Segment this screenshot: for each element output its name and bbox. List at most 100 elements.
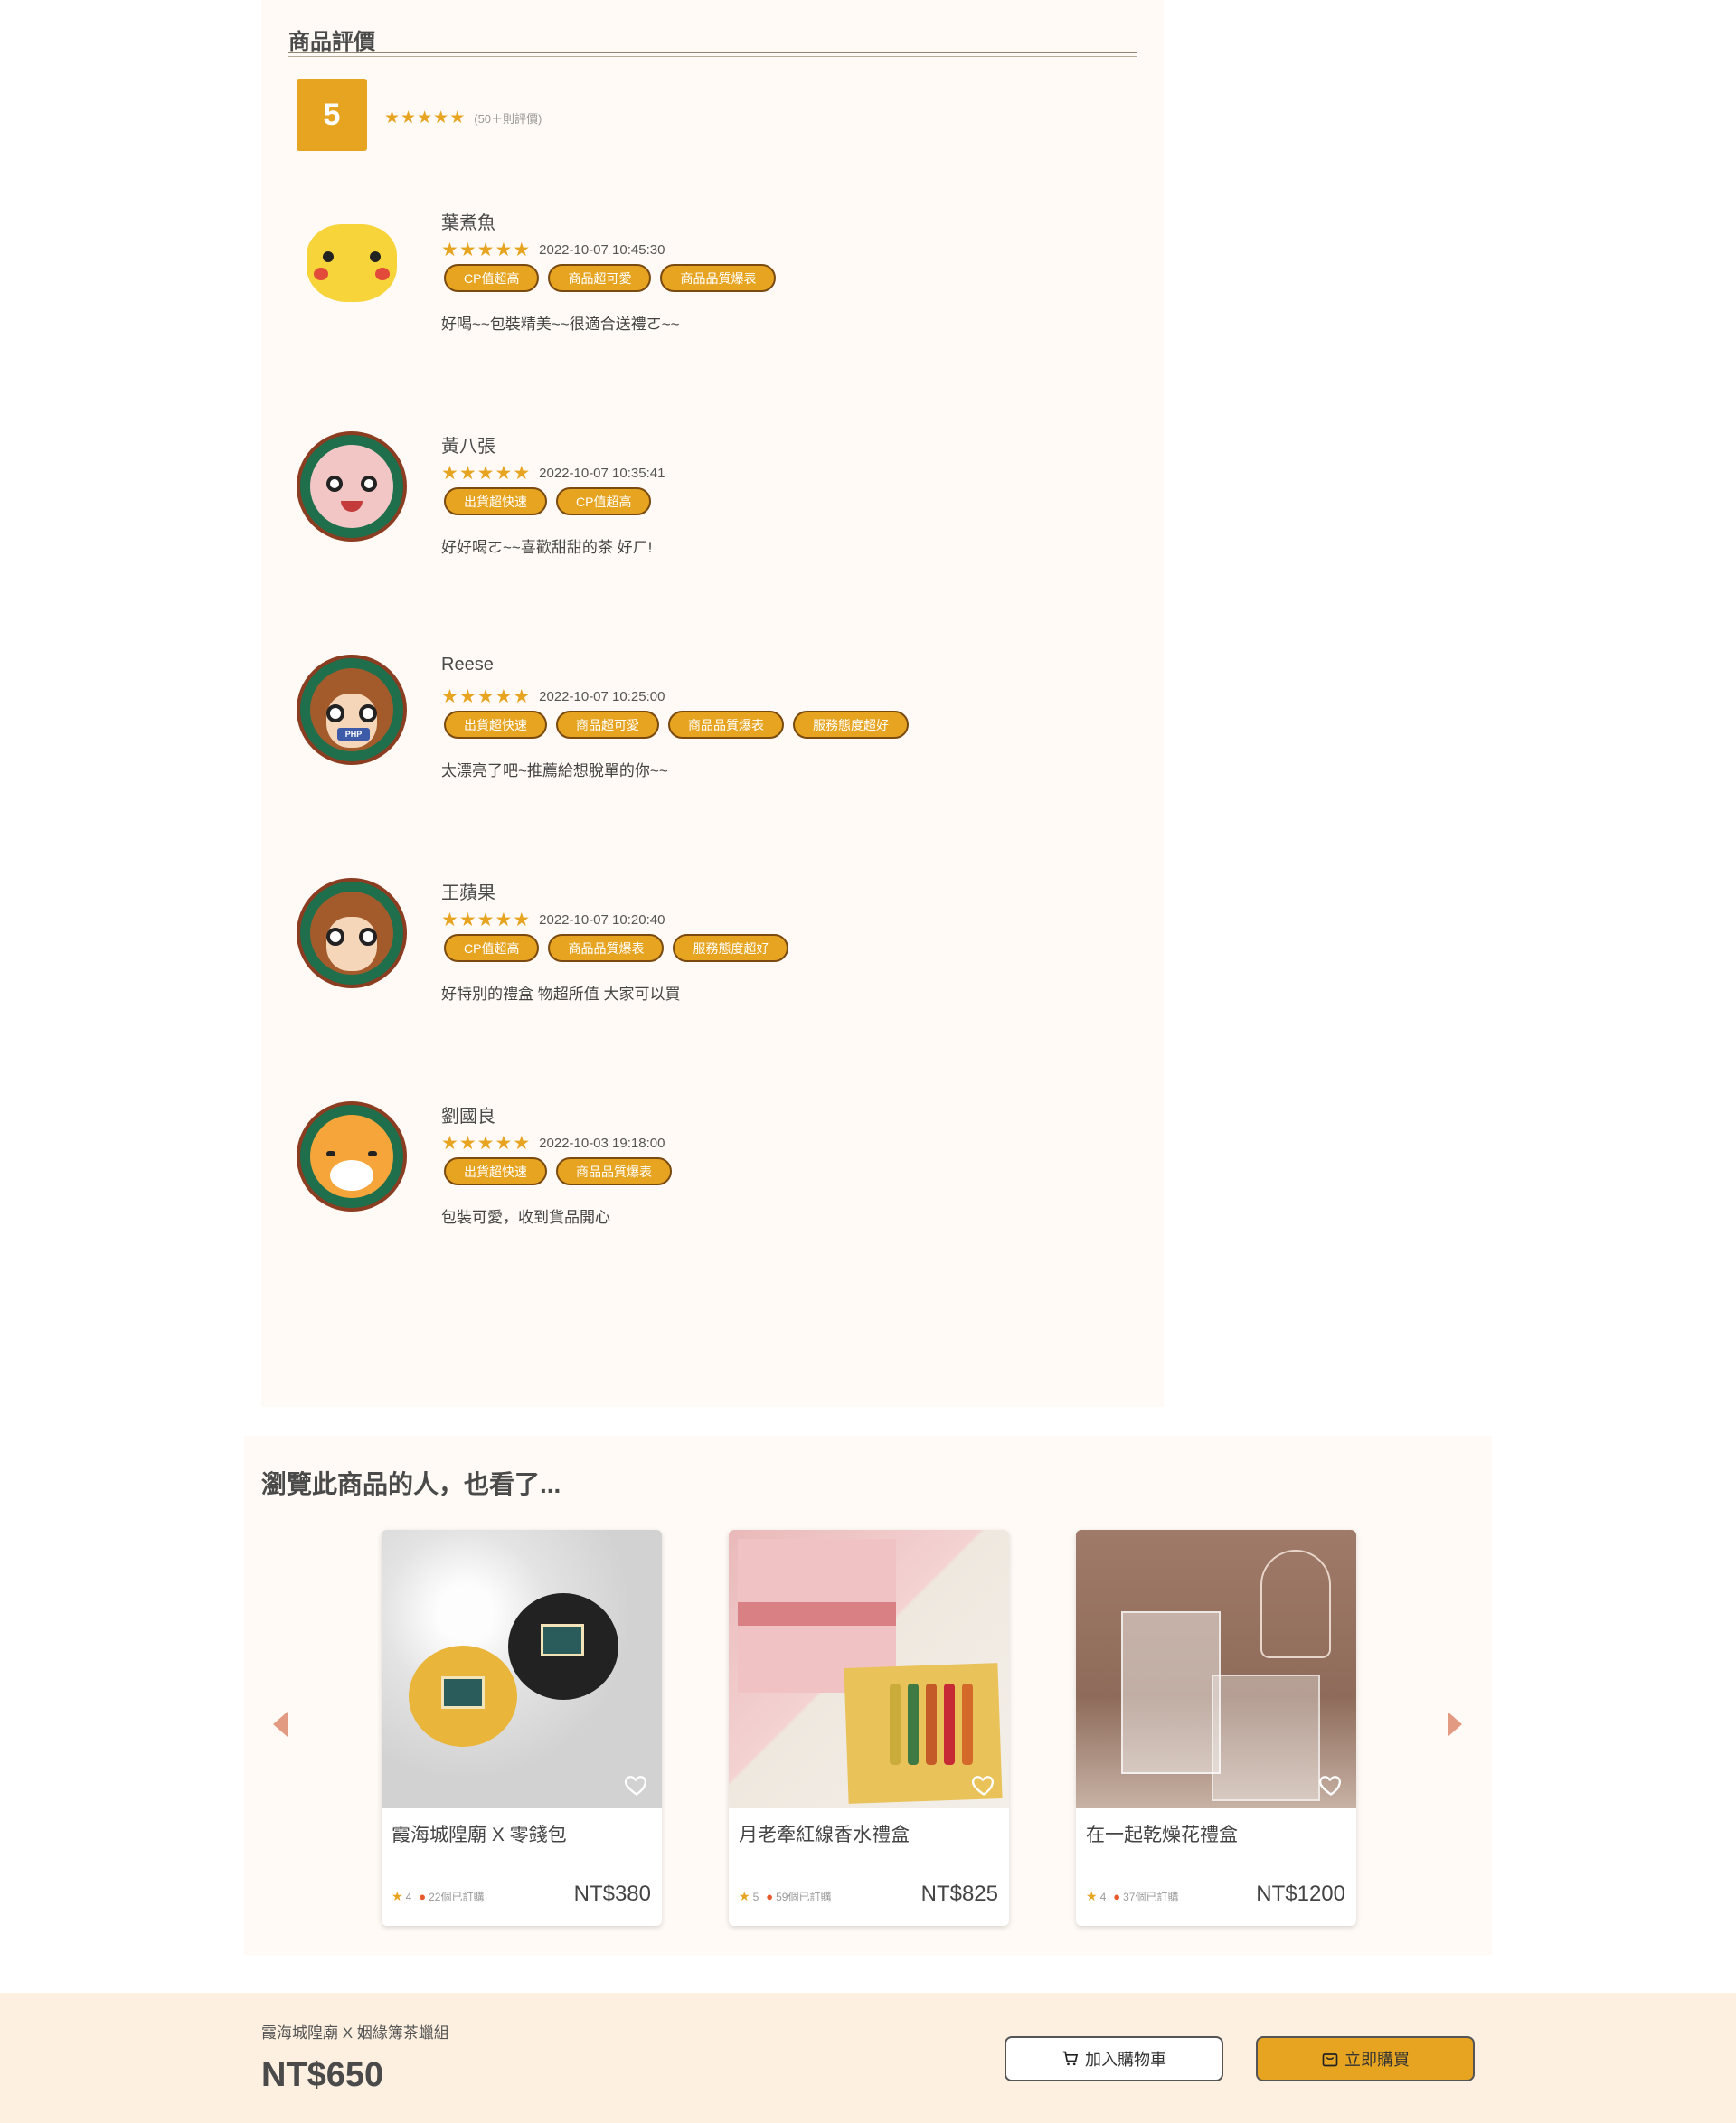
heart-icon[interactable]	[971, 1772, 996, 1797]
star-icon: ★	[458, 910, 476, 930]
review-tags: 出貨超快速 商品品質爆表	[444, 1157, 672, 1185]
review-tag: 出貨超快速	[444, 711, 547, 739]
add-to-cart-label: 加入購物車	[1085, 2051, 1166, 2069]
average-score: 5	[297, 79, 367, 151]
review-item: 葉煮魚 ★ ★ ★ ★ ★ 2022-10-07 10:45:30 CP值超高 …	[261, 208, 1164, 389]
star-icon: ★	[433, 109, 449, 127]
star-icon: ★	[401, 109, 417, 127]
star-icon: ★	[495, 1133, 513, 1154]
reviewer-name: Reese	[441, 655, 494, 675]
review-tag: 商品品質爆表	[668, 711, 784, 739]
star-icon: ★	[495, 686, 513, 707]
product-price: NT$825	[920, 1882, 998, 1906]
star-icon: ★	[441, 463, 458, 484]
perfume-vial	[908, 1684, 919, 1765]
product-image	[382, 1530, 662, 1808]
perfume-vial	[944, 1684, 955, 1765]
title-divider-secondary	[288, 56, 1137, 57]
bag-icon	[1322, 2053, 1338, 2067]
bar-product-name: 霞海城隍廟 X 姻緣簿茶蠟組	[261, 2024, 449, 2042]
star-icon: ★	[441, 1133, 458, 1154]
product-meta: ★ 4 ● 37個已訂購	[1086, 1889, 1178, 1904]
review-tag: 商品超可愛	[548, 264, 652, 292]
product-image	[1076, 1530, 1356, 1808]
avatar	[297, 431, 407, 542]
reviews-title: 商品評價	[288, 30, 375, 54]
heart-icon[interactable]	[1318, 1772, 1344, 1797]
reviews-section: 商品評價 5 ★ ★ ★ ★ ★ (50＋則評價) 葉煮魚 ★ ★ ★ ★ ★ …	[261, 0, 1164, 1407]
star-icon: ★	[441, 910, 458, 930]
review-tag: 商品品質爆表	[660, 264, 777, 292]
perfume-vial	[890, 1684, 901, 1765]
star-icon: ★	[1086, 1889, 1098, 1903]
coin-purse-black	[508, 1593, 618, 1700]
star-icon: ★	[739, 1889, 750, 1903]
add-to-cart-button[interactable]: 加入購物車	[1005, 2036, 1223, 2081]
review-rating-stars: ★ ★ ★ ★ ★ 2022-10-07 10:45:30	[441, 241, 665, 259]
avatar: PHP	[297, 655, 407, 765]
star-icon: ★	[476, 686, 495, 707]
star-icon: ★	[392, 1889, 403, 1903]
star-icon: ★	[441, 686, 458, 707]
star-icon: ★	[495, 910, 513, 930]
review-tag: 商品品質爆表	[548, 934, 665, 962]
star-icon: ★	[458, 463, 476, 484]
star-icon: ★	[513, 686, 531, 707]
fire-icon: ●	[766, 1890, 774, 1903]
flower-bag	[1212, 1675, 1320, 1801]
review-date: 2022-10-07 10:20:40	[539, 912, 665, 928]
reviewer-name: 黃八張	[441, 437, 495, 457]
average-rating-stars: ★ ★ ★ ★ ★ (50＋則評價)	[384, 109, 542, 127]
product-sold: 59個已訂購	[776, 1891, 832, 1903]
reviewer-name: 劉國良	[441, 1107, 495, 1127]
review-rating-stars: ★ ★ ★ ★ ★ 2022-10-07 10:25:00	[441, 687, 665, 706]
review-date: 2022-10-07 10:35:41	[539, 466, 665, 481]
product-rating: 5	[752, 1890, 760, 1903]
avatar	[297, 878, 407, 988]
review-tag: CP值超高	[444, 934, 540, 962]
star-icon: ★	[458, 686, 476, 707]
product-price: NT$380	[573, 1882, 651, 1906]
star-icon: ★	[495, 240, 513, 260]
buy-now-button[interactable]: 立即購買	[1256, 2036, 1475, 2081]
review-text: 好好喝ㄛ~~喜歡甜甜的茶 好ㄏ!	[441, 539, 653, 556]
carousel-prev-arrow-icon[interactable]	[273, 1712, 288, 1737]
avatar	[297, 208, 407, 318]
review-tag: 商品超可愛	[556, 711, 659, 739]
review-item: 劉國良 ★ ★ ★ ★ ★ 2022-10-03 19:18:00 出貨超快速 …	[261, 1101, 1164, 1282]
review-rating-stars: ★ ★ ★ ★ ★ 2022-10-03 19:18:00	[441, 1134, 665, 1153]
product-image	[729, 1530, 1009, 1808]
review-count: (50＋則評價)	[474, 112, 542, 126]
product-sold: 37個已訂購	[1123, 1891, 1179, 1903]
review-tag: 服務態度超好	[673, 934, 789, 962]
star-icon: ★	[476, 910, 495, 930]
product-rating: 4	[405, 1890, 412, 1903]
product-card[interactable]: 在一起乾燥花禮盒 ★ 4 ● 37個已訂購 NT$1200	[1076, 1530, 1356, 1926]
star-icon: ★	[476, 463, 495, 484]
product-name: 在一起乾燥花禮盒	[1086, 1825, 1238, 1845]
review-item: 黃八張 ★ ★ ★ ★ ★ 2022-10-07 10:35:41 出貨超快速 …	[261, 431, 1164, 612]
product-meta: ★ 5 ● 59個已訂購	[739, 1889, 831, 1904]
review-tag: CP值超高	[444, 264, 540, 292]
product-card[interactable]: 月老牽紅線香水禮盒 ★ 5 ● 59個已訂購 NT$825	[729, 1530, 1009, 1926]
avatar	[297, 1101, 407, 1212]
fire-icon: ●	[1113, 1890, 1121, 1903]
star-icon: ★	[384, 109, 401, 127]
review-date: 2022-10-07 10:45:30	[539, 242, 665, 258]
coin-purse-yellow	[409, 1646, 517, 1747]
review-tag: 服務態度超好	[793, 711, 909, 739]
star-icon: ★	[513, 910, 531, 930]
review-tag: 商品品質爆表	[556, 1157, 672, 1185]
review-date: 2022-10-03 19:18:00	[539, 1136, 665, 1151]
review-date: 2022-10-07 10:25:00	[539, 689, 665, 704]
star-icon: ★	[495, 463, 513, 484]
heart-icon[interactable]	[624, 1772, 649, 1797]
buy-now-label: 立即購買	[1344, 2051, 1410, 2069]
product-price: NT$1200	[1256, 1882, 1345, 1906]
purchase-bar: 霞海城隍廟 X 姻緣簿茶蠟組 NT$650 加入購物車 立即購買	[0, 1993, 1736, 2123]
flower-jar	[1121, 1611, 1221, 1774]
product-card[interactable]: 霞海城隍廟 X 零錢包 ★ 4 ● 22個已訂購 NT$380	[382, 1530, 662, 1926]
carousel-next-arrow-icon[interactable]	[1448, 1712, 1462, 1737]
star-icon: ★	[513, 240, 531, 260]
review-text: 包裝可愛，收到貨品開心	[441, 1209, 610, 1226]
